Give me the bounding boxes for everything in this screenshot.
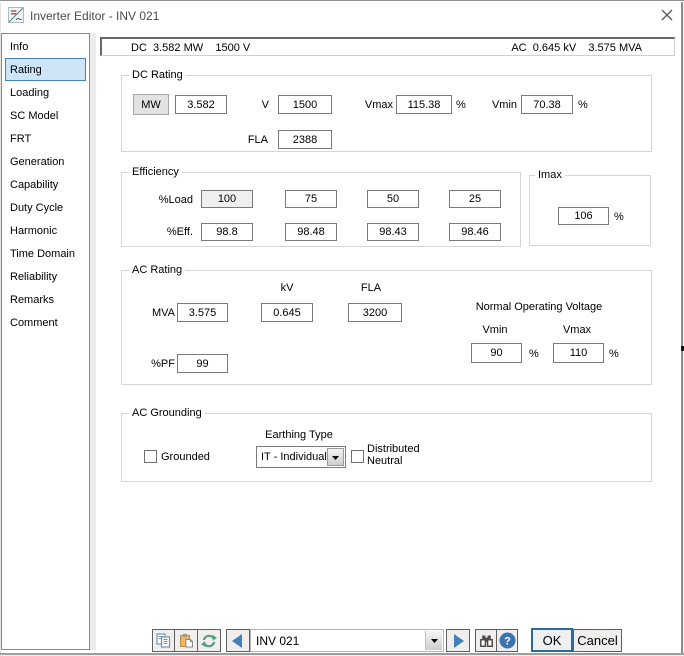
svg-text:?: ? [504, 636, 511, 648]
